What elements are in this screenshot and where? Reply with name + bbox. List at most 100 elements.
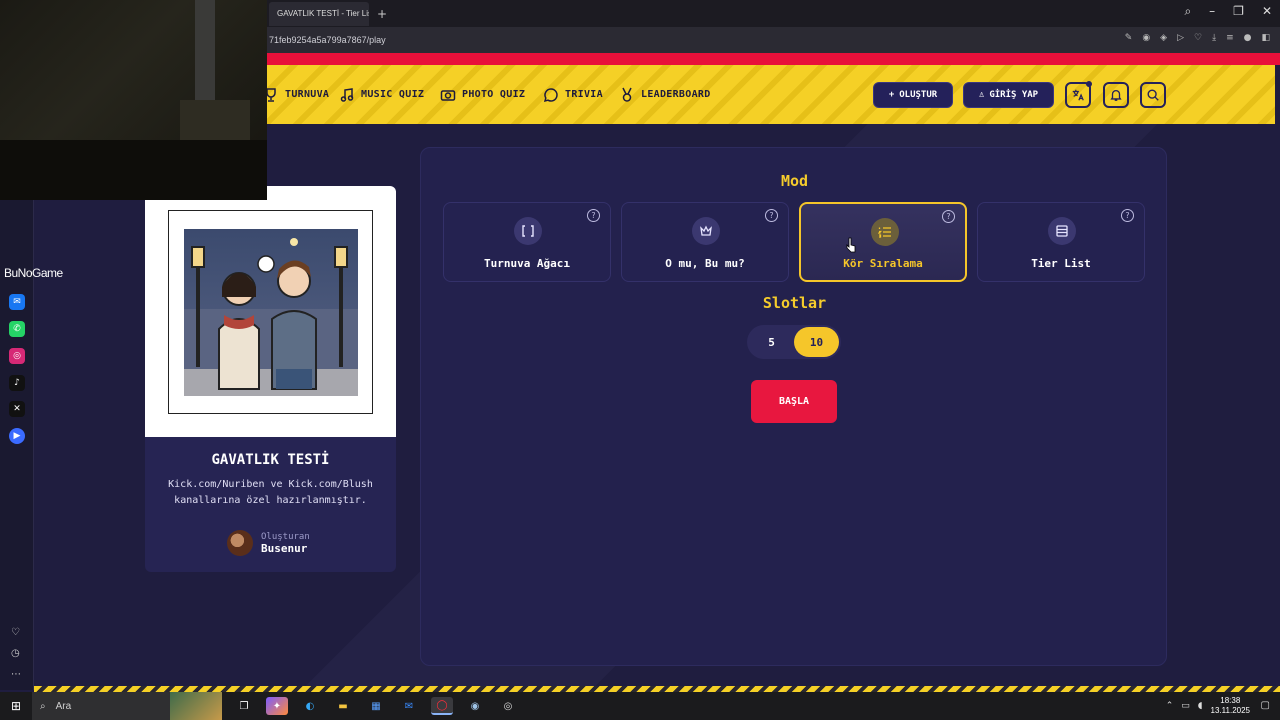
- header-top-bar: [267, 53, 1280, 65]
- quiz-title: GAVATLIK TESTİ: [211, 452, 330, 468]
- login-button[interactable]: ♙ GİRİŞ YAP: [963, 82, 1054, 108]
- store-icon[interactable]: ▦: [365, 697, 387, 715]
- volume-icon[interactable]: ◖: [1198, 701, 1203, 711]
- user-icon: ♙: [978, 90, 985, 100]
- menu-icon[interactable]: ≡: [1226, 33, 1234, 43]
- window-controls: ⌕ – ❐ ✕: [1184, 4, 1272, 19]
- help-icon[interactable]: ?: [765, 209, 778, 222]
- search-button[interactable]: [1140, 82, 1166, 108]
- minimize-icon[interactable]: –: [1209, 4, 1215, 19]
- search-highlight-image: [170, 692, 222, 720]
- login-label: GİRİŞ YAP: [989, 90, 1039, 100]
- mail-icon[interactable]: ✉: [398, 697, 420, 715]
- new-tab-button[interactable]: +: [377, 7, 387, 21]
- nav-label: PHOTO QUIZ: [462, 89, 526, 100]
- nav-turnuva[interactable]: TURNUVA: [263, 87, 329, 103]
- restore-icon[interactable]: ❐: [1233, 4, 1244, 19]
- mode-label: Kör Sıralama: [843, 257, 923, 270]
- url-text[interactable]: 71feb9254a5a799a7867/play: [269, 35, 386, 45]
- play-settings-panel: Mod Turnuva Ağacı ? O mu, Bu mu? ? Kör S…: [420, 147, 1167, 666]
- mode-label: Tier List: [1031, 257, 1091, 270]
- history-icon[interactable]: ◷: [11, 648, 20, 659]
- medal-icon: [622, 87, 632, 102]
- tiktok-icon[interactable]: ♪: [9, 375, 25, 391]
- slots-toggle: 5 10: [747, 325, 841, 359]
- file-explorer-icon[interactable]: ▬: [332, 697, 354, 715]
- cover-frame: [168, 210, 373, 414]
- extension-icon[interactable]: ◧: [1261, 33, 1270, 43]
- copilot-icon[interactable]: ✦: [266, 697, 288, 715]
- chevron-up-icon[interactable]: ⌃: [1166, 701, 1174, 711]
- help-icon[interactable]: ?: [587, 209, 600, 222]
- whatsapp-icon[interactable]: ✆: [9, 321, 25, 337]
- music-note-icon: [340, 87, 354, 102]
- download-icon[interactable]: ⤓: [1212, 33, 1216, 43]
- x-icon[interactable]: ✕: [9, 401, 25, 417]
- system-tray: ⌃ ▭ ◖ 18:38 13.11.2025: [1166, 692, 1250, 720]
- crown-icon: [692, 217, 720, 245]
- help-icon[interactable]: ?: [1121, 209, 1134, 222]
- nav-music-quiz[interactable]: MUSIC QUIZ: [339, 87, 424, 103]
- nav-trivia[interactable]: TRIVIA: [543, 87, 603, 103]
- shield-icon[interactable]: ◈: [1160, 33, 1167, 43]
- player-icon[interactable]: ▶: [9, 428, 25, 444]
- bracket-icon: [514, 217, 542, 245]
- instagram-icon[interactable]: ◎: [9, 348, 25, 364]
- camera-icon: [440, 89, 456, 101]
- language-button[interactable]: [1065, 81, 1092, 108]
- messenger-icon[interactable]: ✉: [9, 294, 25, 310]
- mode-turnuva-agaci[interactable]: Turnuva Ağacı ?: [443, 202, 611, 282]
- browser-tab[interactable]: GAVATLIK TESTİ - Tier List: [269, 1, 369, 26]
- search-icon: [1147, 89, 1159, 101]
- edit-icon[interactable]: ✎: [1125, 33, 1133, 43]
- windows-start-icon[interactable]: ⊞: [0, 692, 32, 720]
- mode-o-mu-bu-mu[interactable]: O mu, Bu mu? ?: [621, 202, 789, 282]
- nav-leaderboard[interactable]: LEADERBOARD: [619, 87, 711, 103]
- numbered-list-icon: [871, 218, 899, 246]
- help-icon[interactable]: ?: [942, 210, 955, 223]
- task-view-icon[interactable]: ❐: [233, 697, 255, 715]
- slot-option-5[interactable]: 5: [749, 327, 794, 357]
- mode-label: Turnuva Ağacı: [483, 257, 571, 270]
- clock[interactable]: 18:38 13.11.2025: [1211, 696, 1250, 716]
- camera-icon[interactable]: ◉: [1142, 33, 1150, 43]
- create-button[interactable]: + OLUŞTUR: [873, 82, 953, 108]
- taskbar: ⊞ ⌕ Ara ❐ ✦ ◐ ▬ ▦ ✉ ◯ ◉ ◎ ⌃ ▭ ◖ 18:38 13…: [0, 692, 1280, 720]
- close-icon[interactable]: ✕: [1262, 4, 1272, 19]
- steam-icon[interactable]: ◉: [464, 697, 486, 715]
- hand-cursor-icon: [846, 237, 856, 253]
- address-bar-actions: ✎ ◉ ◈ ▷ ♡ ⤓ ≡ ● ◧: [1125, 33, 1270, 43]
- taskbar-search[interactable]: ⌕ Ara: [32, 692, 222, 720]
- avatar: [227, 530, 253, 556]
- stream-watermark: BuNoGame: [4, 266, 63, 280]
- slots-title: Slotlar: [762, 294, 827, 312]
- favorites-icon[interactable]: ♡: [11, 627, 20, 638]
- opera-gx-icon[interactable]: ◯: [431, 697, 453, 715]
- heart-icon[interactable]: ♡: [1194, 33, 1202, 43]
- play-icon[interactable]: ▷: [1177, 33, 1184, 43]
- profile-icon[interactable]: ●: [1244, 33, 1252, 43]
- network-icon[interactable]: ▭: [1181, 701, 1190, 711]
- notification-center-icon[interactable]: ▢: [1261, 700, 1270, 711]
- notification-dot: [1086, 81, 1092, 87]
- edge-icon[interactable]: ◐: [299, 697, 321, 715]
- cover-illustration: [184, 229, 358, 396]
- quiz-description: Kick.com/Nuriben ve Kick.com/Blush kanal…: [168, 479, 373, 506]
- nav-photo-quiz[interactable]: PHOTO QUIZ: [440, 87, 525, 103]
- nav-label: TURNUVA: [285, 89, 330, 100]
- mode-kor-siralama[interactable]: Kör Sıralama ?: [799, 202, 967, 282]
- mode-title: Mod: [780, 172, 809, 190]
- notifications-button[interactable]: [1103, 82, 1129, 108]
- search-icon: ⌕: [40, 700, 46, 712]
- search-tabs-icon[interactable]: ⌕: [1184, 4, 1191, 19]
- more-icon[interactable]: ⋯: [11, 669, 21, 680]
- browser-tab-bar: GAVATLIK TESTİ - Tier List + ⌕ – ❐ ✕: [267, 0, 1280, 27]
- creator-info[interactable]: Oluşturan Busenur: [227, 530, 310, 556]
- chat-bubble-icon: [543, 87, 558, 102]
- slot-option-10[interactable]: 10: [794, 327, 839, 357]
- obs-icon[interactable]: ◎: [497, 697, 519, 715]
- mode-tier-list[interactable]: Tier List ?: [977, 202, 1145, 282]
- address-bar[interactable]: 71feb9254a5a799a7867/play ✎ ◉ ◈ ▷ ♡ ⤓ ≡ …: [267, 27, 1280, 53]
- start-button[interactable]: BAŞLA: [751, 380, 837, 423]
- couple-illustration: [184, 238, 358, 396]
